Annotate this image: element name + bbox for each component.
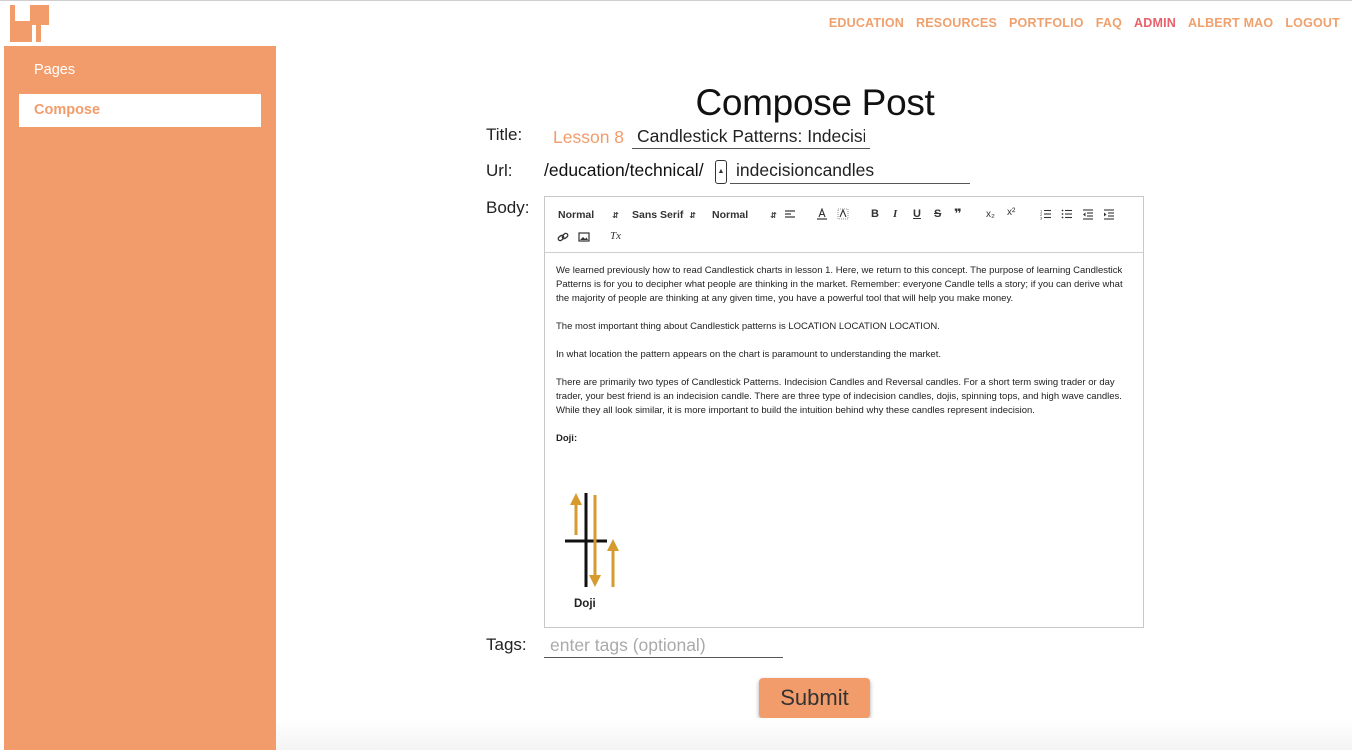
clear-format-icon: Tx [610, 230, 621, 242]
font-select-value: Sans Serif [632, 209, 684, 221]
doji-heading: Doji: [556, 433, 578, 444]
link-icon [557, 232, 569, 242]
body-paragraph: The most important thing about Candlesti… [556, 321, 940, 332]
outdent-button[interactable] [1082, 208, 1094, 223]
sidebar-item-compose[interactable]: Compose [19, 94, 261, 127]
image-icon [578, 232, 590, 242]
tags-input[interactable] [544, 634, 783, 658]
top-nav: EDUCATION RESOURCES PORTFOLIO FAQ ADMIN … [829, 16, 1340, 30]
doji-image: Doji [561, 489, 631, 613]
nav-portfolio[interactable]: PORTFOLIO [1009, 16, 1084, 30]
nav-logout[interactable]: LOGOUT [1285, 16, 1340, 30]
url-category-select[interactable]: ▲ [715, 160, 727, 184]
strike-button[interactable]: S [934, 208, 941, 220]
link-button[interactable] [557, 231, 569, 246]
url-prefix: /education/technical/ [544, 160, 704, 180]
ordered-list-icon: 123 [1040, 209, 1051, 221]
updown-arrow-icon: ▲ [717, 168, 725, 175]
doji-caption: Doji [574, 598, 596, 610]
subscript-button[interactable]: x₂ [986, 209, 995, 220]
page-title: Compose Post [695, 82, 935, 123]
nav-resources[interactable]: RESOURCES [916, 16, 997, 30]
footer-fade [276, 718, 1352, 750]
bullet-list-button[interactable] [1061, 208, 1073, 223]
title-label: Title: [486, 125, 523, 144]
font-select[interactable]: Sans Serif ⇵ [632, 209, 696, 221]
editor-toolbar: Normal ⇵ Sans Serif ⇵ Normal ⇵ B I U S ❞ x₂… [545, 197, 1143, 253]
title-input[interactable] [632, 124, 870, 149]
editor-content[interactable]: We learned previously how to read Candle… [556, 264, 1134, 456]
site-logo[interactable] [0, 0, 60, 46]
text-color-icon [817, 207, 827, 220]
nav-user[interactable]: ALBERT MAO [1188, 16, 1273, 30]
header-select[interactable]: Normal ⇵ [558, 209, 619, 221]
updown-arrow-icon: ⇵ [689, 211, 697, 220]
outdent-icon [1083, 209, 1093, 220]
url-slug-input[interactable] [730, 158, 970, 184]
size-select[interactable]: Normal ⇵ [712, 209, 777, 221]
updown-arrow-icon: ⇵ [770, 211, 777, 220]
body-paragraph: We learned previously how to read Candle… [556, 265, 1123, 304]
size-select-value: Normal [712, 209, 749, 221]
text-color-button[interactable] [816, 207, 828, 223]
updown-arrow-icon: ⇵ [612, 211, 619, 220]
svg-text:3: 3 [1040, 216, 1043, 221]
body-label: Body: [486, 198, 530, 217]
body-paragraph: There are primarily two types of Candles… [556, 377, 1122, 416]
indent-icon [1104, 209, 1114, 220]
body-paragraph: In what location the pattern appears on … [556, 349, 941, 360]
rich-text-editor: Normal ⇵ Sans Serif ⇵ Normal ⇵ B I U S ❞ x₂… [544, 196, 1144, 628]
superscript-button[interactable]: x² [1007, 207, 1015, 218]
image-button[interactable] [578, 231, 590, 246]
clear-format-button[interactable]: Tx [610, 230, 621, 242]
ordered-list-button[interactable]: 123 [1040, 208, 1052, 223]
nav-education[interactable]: EDUCATION [829, 16, 904, 30]
underline-button[interactable]: U [913, 208, 921, 220]
submit-button[interactable]: Submit [759, 678, 870, 718]
background-color-icon [837, 208, 849, 220]
nav-faq[interactable]: FAQ [1096, 16, 1122, 30]
bold-button[interactable]: B [871, 208, 879, 220]
italic-button[interactable]: I [893, 208, 897, 220]
bullet-list-icon [1061, 209, 1072, 219]
sidebar-item-pages[interactable]: Pages [19, 54, 261, 87]
lesson-prefix: Lesson 8 [553, 127, 625, 147]
align-button[interactable] [784, 208, 796, 223]
header-select-value: Normal [558, 209, 595, 221]
top-border [0, 0, 1352, 1]
sidebar: Pages Compose [4, 46, 276, 750]
tags-label: Tags: [486, 635, 527, 654]
blockquote-button[interactable]: ❞ [954, 206, 962, 222]
indent-button[interactable] [1103, 208, 1115, 223]
nav-admin[interactable]: ADMIN [1134, 16, 1176, 30]
url-label: Url: [486, 161, 513, 180]
align-left-icon [785, 210, 795, 218]
background-color-button[interactable] [837, 208, 849, 223]
